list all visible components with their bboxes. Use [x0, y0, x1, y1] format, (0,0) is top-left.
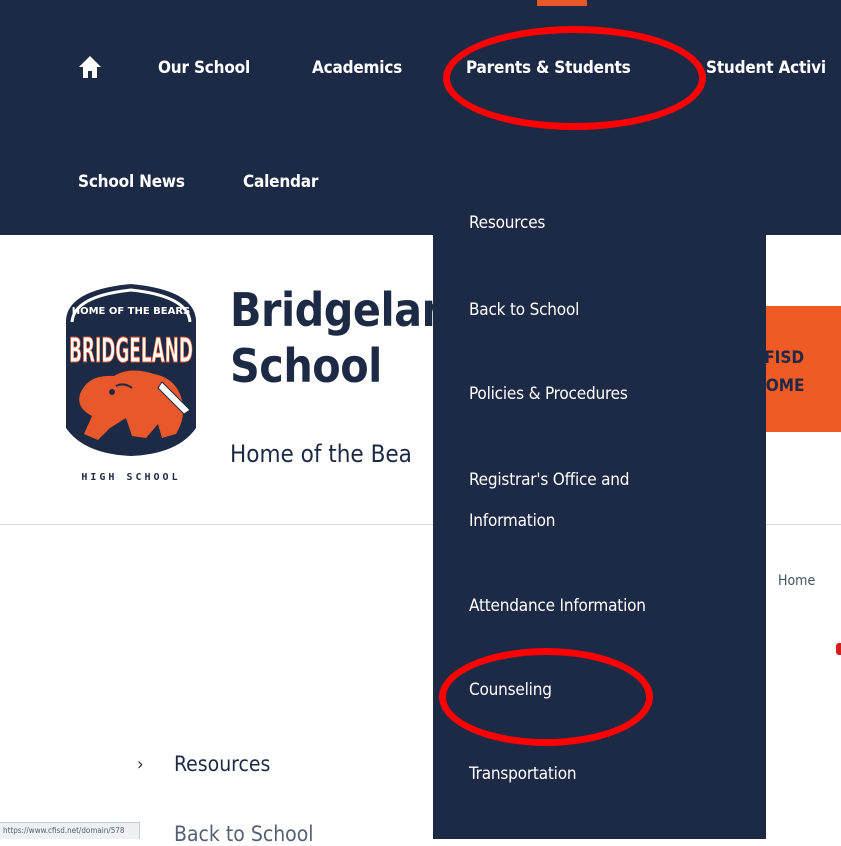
school-tagline: Home of the Bea [230, 440, 412, 468]
nav-calendar[interactable]: Calendar [243, 172, 318, 192]
home-icon[interactable] [78, 55, 102, 79]
nav-school-news[interactable]: School News [78, 172, 185, 192]
dropdown-item-policies-procedures[interactable]: Policies & Procedures [469, 376, 628, 412]
svg-text:BRIDGELAND: BRIDGELAND [69, 331, 193, 371]
svg-text:HOME OF THE BEARS: HOME OF THE BEARS [72, 306, 191, 317]
nav-academics[interactable]: Academics [312, 58, 402, 78]
parents-students-dropdown: Resources Back to School Policies & Proc… [433, 163, 766, 839]
chevron-right-icon: › [137, 754, 144, 775]
bear-logo-icon: HOME OF THE BEARS BRIDGELAND HIGH SCHOOL [66, 284, 196, 483]
dropdown-item-transportation[interactable]: Transportation [469, 756, 577, 792]
breadcrumb-home[interactable]: Home [778, 573, 815, 589]
red-marker [836, 643, 841, 655]
svg-text:HIGH SCHOOL: HIGH SCHOOL [81, 472, 180, 483]
school-logo: HOME OF THE BEARS BRIDGELAND HIGH SCHOOL [58, 278, 204, 488]
dropdown-item-attendance[interactable]: Attendance Information [469, 588, 646, 624]
dropdown-item-registrars-office[interactable]: Registrar's Office and [469, 462, 629, 498]
nav-student-activities[interactable]: Student Activi [706, 58, 826, 78]
dropdown-item-resources[interactable]: Resources [469, 205, 545, 241]
dropdown-item-registrars-office-line2[interactable]: Information [469, 503, 555, 539]
sidebar-item-resources[interactable]: Resources [174, 752, 270, 776]
school-title-line2: School [230, 339, 382, 393]
sidebar-item-back-to-school[interactable]: Back to School [174, 822, 314, 846]
school-title: Bridgelan School [230, 282, 451, 394]
status-bar-url: https://www.cfisd.net/domain/578 [0, 822, 140, 839]
dropdown-item-counseling[interactable]: Counseling [469, 672, 552, 708]
nav-accent-bar [537, 0, 587, 6]
dropdown-item-back-to-school[interactable]: Back to School [469, 292, 579, 328]
nav-parents-students[interactable]: Parents & Students [466, 58, 631, 78]
school-title-line1: Bridgelan [230, 283, 451, 337]
nav-our-school[interactable]: Our School [158, 58, 250, 78]
